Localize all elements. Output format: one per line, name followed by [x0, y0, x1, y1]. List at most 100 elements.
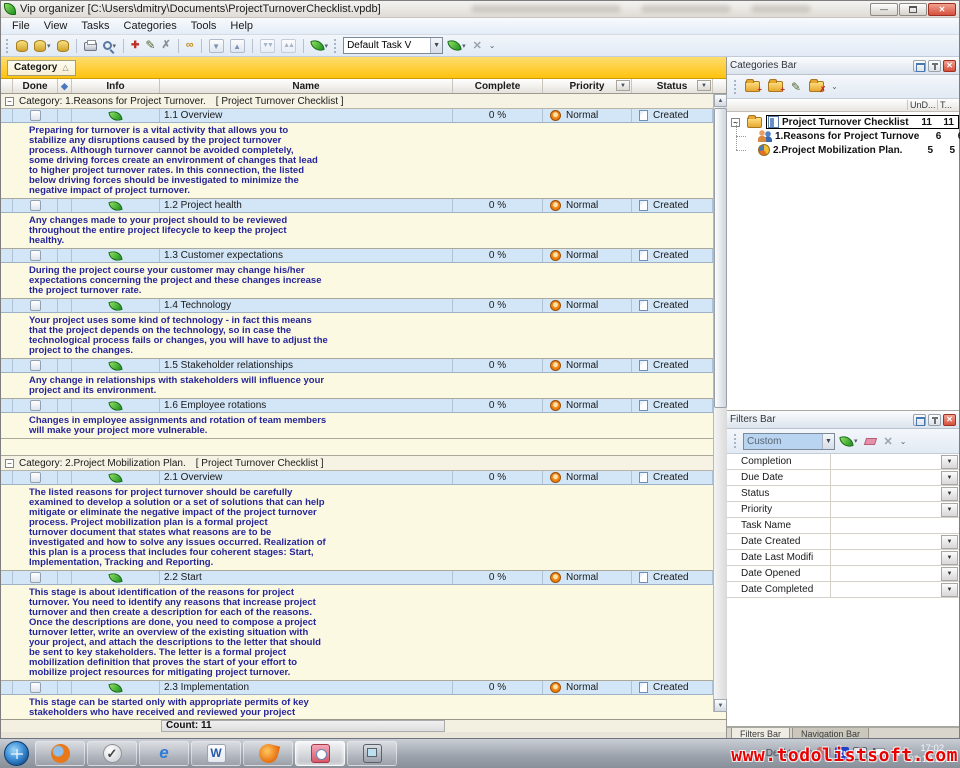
filter-row[interactable]: Completion▼	[727, 454, 959, 470]
clear-filter-icon[interactable]: ✕	[884, 435, 893, 448]
computer-taskbar-button[interactable]	[347, 741, 397, 766]
filter-dropdown-icon[interactable]: ▼	[941, 471, 958, 485]
toolbar-overflow-icon[interactable]: ⌄	[900, 437, 907, 446]
toolbar-overflow-icon[interactable]: ⌄	[831, 82, 838, 91]
info-column-header[interactable]: Info	[72, 79, 160, 93]
group-by-category-chip[interactable]: Category △	[7, 60, 76, 76]
task-row[interactable]: 1.5 Stakeholder relationships0 %NormalCr…	[1, 359, 713, 373]
group-row[interactable]: −Category: 2.Project Mobilization Plan.[…	[1, 456, 713, 471]
task-checkbox[interactable]	[30, 682, 41, 693]
maximize-button[interactable]	[899, 3, 927, 16]
task-checkbox[interactable]	[30, 472, 41, 483]
menu-categories[interactable]: Categories	[117, 19, 184, 33]
task-row[interactable]: 1.1 Overview0 %NormalCreated	[1, 109, 713, 123]
delete-category-icon[interactable]: ✗	[809, 81, 824, 92]
priority-column-header[interactable]: Priority▼	[543, 79, 632, 93]
start-button-icon[interactable]	[4, 741, 29, 766]
toolbar-grip[interactable]	[334, 39, 338, 53]
pin-panel-icon[interactable]	[928, 60, 941, 72]
edit-category-icon[interactable]: ✎	[791, 80, 801, 94]
task-checkbox[interactable]	[30, 300, 41, 311]
complete-column-header[interactable]: Complete	[453, 79, 543, 93]
filter-row[interactable]: Date Completed▼	[727, 582, 959, 598]
print-preview-button[interactable]: ▾	[101, 37, 119, 55]
new-category-icon[interactable]: +	[745, 81, 760, 92]
move-to-top-button[interactable]: ▲▲	[279, 37, 298, 55]
filter-dropdown-icon[interactable]: ▼	[941, 551, 958, 565]
notes-view-button[interactable]: ▾	[309, 37, 331, 55]
task-row[interactable]: 2.1 Overview0 %NormalCreated	[1, 471, 713, 485]
scroll-down-icon[interactable]: ▼	[714, 699, 727, 712]
undone-column-header[interactable]: UnD...	[907, 100, 937, 110]
category-item[interactable]: 2.Project Mobilization Plan.55	[727, 143, 959, 157]
filter-dropdown-icon[interactable]: ▼	[941, 455, 958, 469]
minimize-button[interactable]: —	[870, 3, 898, 16]
menu-file[interactable]: File	[5, 19, 37, 33]
task-row[interactable]: 1.2 Project health0 %NormalCreated	[1, 199, 713, 213]
edit-task-button[interactable]: ✎	[143, 37, 157, 55]
done-column-header[interactable]: Done	[13, 79, 58, 93]
toolbar-overflow-icon[interactable]: ⌄	[489, 41, 496, 50]
category-item[interactable]: −Project Turnover Checklist1111	[727, 115, 959, 129]
grid-vertical-scrollbar[interactable]: ▲ ▼	[713, 94, 727, 712]
clear-view-icon[interactable]: ✕	[473, 39, 482, 52]
vip-organizer-active-taskbar-button[interactable]	[295, 741, 345, 766]
apply-filter-dropdown-icon[interactable]: ▾	[854, 437, 858, 445]
new-database-button[interactable]	[14, 37, 30, 55]
task-row[interactable]: 1.3 Customer expectations0 %NormalCreate…	[1, 249, 713, 263]
eraser-icon[interactable]	[863, 438, 876, 445]
firefox-taskbar-button[interactable]	[35, 741, 85, 766]
move-down-button[interactable]: ▼	[207, 37, 226, 55]
notes-view-dropdown-icon[interactable]: ▾	[325, 42, 329, 50]
filter-row[interactable]: Priority▼	[727, 502, 959, 518]
vip-organizer-taskbar-button[interactable]: ✓	[87, 741, 137, 766]
toolbar-grip[interactable]	[734, 434, 738, 448]
print-button[interactable]	[82, 37, 99, 55]
task-checkbox[interactable]	[30, 400, 41, 411]
internet-explorer-taskbar-button[interactable]: e	[139, 741, 189, 766]
move-up-button[interactable]: ▲	[228, 37, 247, 55]
task-row[interactable]: 2.2 Start0 %NormalCreated	[1, 571, 713, 585]
apply-view-dropdown-icon[interactable]: ▾	[462, 42, 466, 50]
open-database-button[interactable]: ▾	[32, 37, 53, 55]
close-panel-icon[interactable]: ✕	[943, 60, 956, 72]
filter-row[interactable]: Date Opened▼	[727, 566, 959, 582]
total-column-header[interactable]: T...	[937, 100, 959, 110]
filter-dropdown-icon[interactable]: ▼	[941, 583, 958, 597]
undock-panel-icon[interactable]	[913, 414, 926, 426]
filter-dropdown-icon[interactable]: ▼	[941, 487, 958, 501]
apply-view-button[interactable]: ▾	[446, 37, 468, 55]
filter-row[interactable]: Date Last Modifi▼	[727, 550, 959, 566]
print-preview-dropdown-icon[interactable]: ▾	[113, 42, 117, 50]
new-subcategory-icon[interactable]: +	[768, 81, 783, 92]
save-database-button[interactable]	[55, 37, 71, 55]
task-row[interactable]: 1.6 Employee rotations0 %NormalCreated	[1, 399, 713, 413]
scroll-up-icon[interactable]: ▲	[714, 94, 727, 107]
filter-dropdown-icon[interactable]: ▼	[941, 567, 958, 581]
task-checkbox[interactable]	[30, 250, 41, 261]
task-checkbox[interactable]	[30, 110, 41, 121]
filter-row[interactable]: Status▼	[727, 486, 959, 502]
orange-app-taskbar-button[interactable]	[243, 741, 293, 766]
filter-row[interactable]: Date Created▼	[727, 534, 959, 550]
task-row[interactable]: 2.3 Implementation0 %NormalCreated	[1, 681, 713, 695]
delete-task-button[interactable]: ✗	[159, 37, 172, 55]
menu-help[interactable]: Help	[223, 19, 260, 33]
menu-view[interactable]: View	[37, 19, 75, 33]
chevron-down-icon[interactable]: ▼	[430, 38, 442, 53]
status-column-header[interactable]: Status▼	[632, 79, 713, 93]
collapse-icon[interactable]: −	[5, 459, 14, 468]
task-view-combobox[interactable]: Default Task V ▼	[343, 37, 443, 54]
filter-preset-combobox[interactable]: Custom ▼	[743, 433, 835, 450]
group-row[interactable]: −Category: 1.Reasons for Project Turnove…	[1, 94, 713, 109]
name-column-header[interactable]: Name	[160, 79, 453, 93]
priority-filter-dropdown[interactable]: ▼	[616, 80, 630, 91]
view-completed-button[interactable]: ∞	[184, 37, 196, 55]
filter-row[interactable]: Task Name	[727, 518, 959, 534]
titlebar[interactable]: Vip organizer [C:\Users\dmitry\Documents…	[1, 1, 959, 18]
category-item[interactable]: 1.Reasons for Project Turnove66	[727, 129, 959, 143]
toolbar-grip[interactable]	[6, 39, 10, 53]
task-checkbox[interactable]	[30, 200, 41, 211]
menu-tools[interactable]: Tools	[184, 19, 224, 33]
move-to-bottom-button[interactable]: ▼▼	[258, 37, 277, 55]
